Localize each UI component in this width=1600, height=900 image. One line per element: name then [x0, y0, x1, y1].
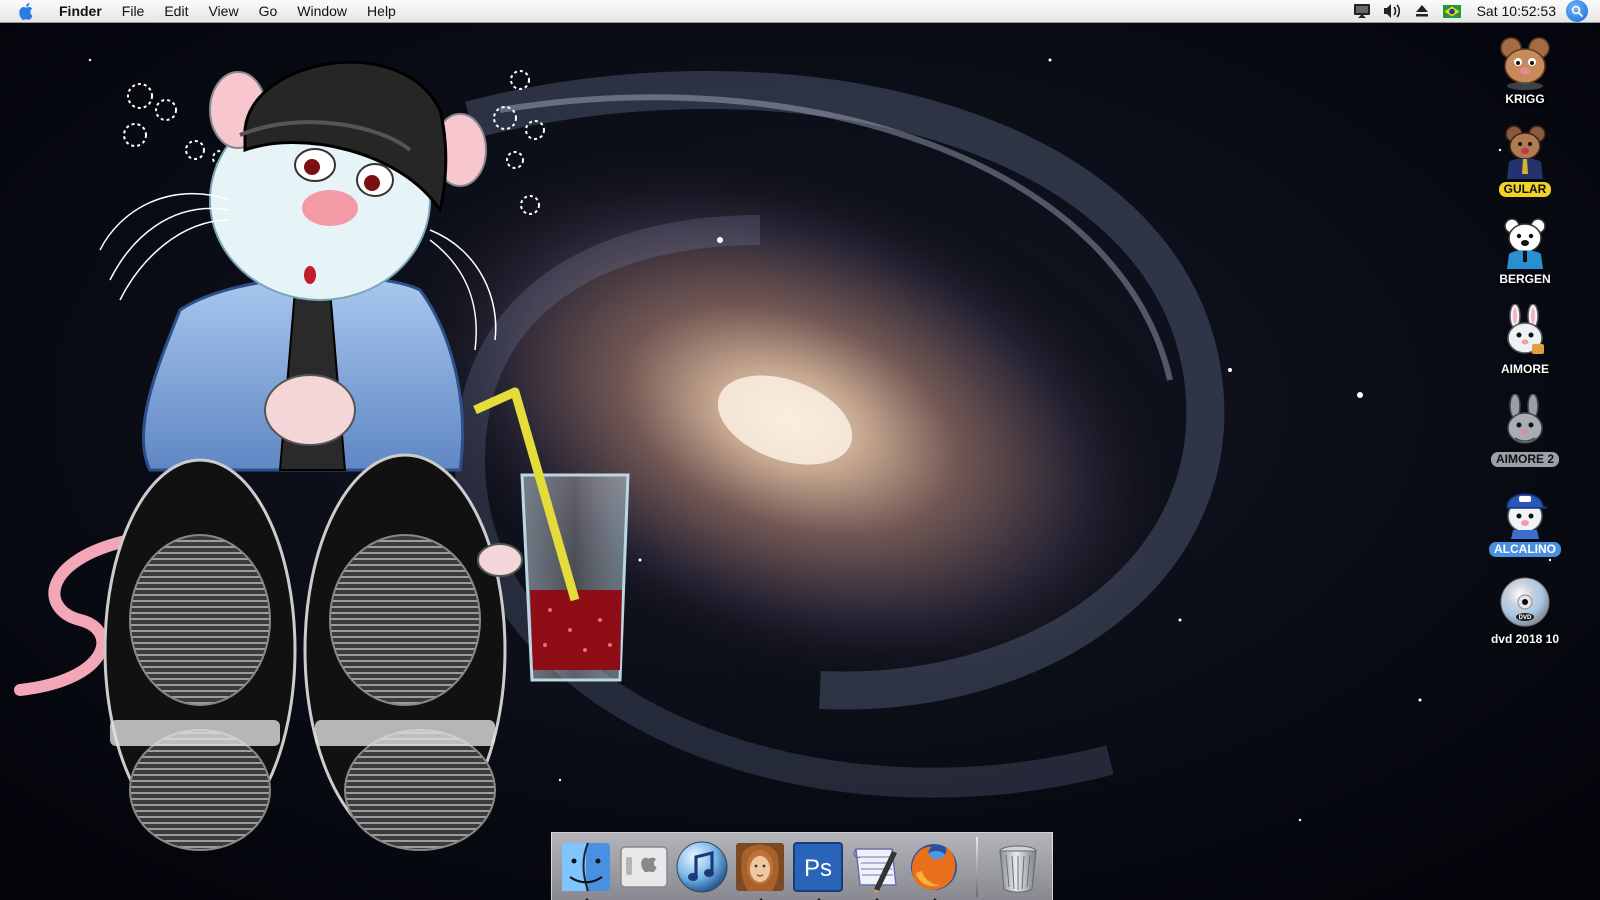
trash-icon: [999, 845, 1037, 893]
apple-icon[interactable]: [17, 1, 37, 21]
desktop-screen: Finder File Edit View Go Window Help Sat…: [0, 0, 1600, 900]
wallpaper: [0, 0, 1600, 900]
menu-view[interactable]: View: [198, 0, 248, 22]
desktop-icon-label: AIMORE 2: [1490, 452, 1559, 467]
dock-item-trash[interactable]: [990, 839, 1046, 895]
desktop-icon-label: KRIGG: [1505, 92, 1545, 106]
desktop-icon-aimore-2[interactable]: AIMORE 2: [1450, 394, 1600, 480]
menu-extras: Sat 10:52:53: [1347, 0, 1600, 22]
menu-app-name[interactable]: Finder: [49, 0, 112, 22]
apple-switch-icon: [620, 846, 668, 888]
firefox-icon: [911, 844, 957, 890]
dock-item-painter[interactable]: [732, 839, 788, 900]
dock-item-itunes[interactable]: [674, 839, 730, 895]
gray-rabbit-icon: [1507, 394, 1543, 444]
dock-item-photoshop[interactable]: Ps: [790, 839, 846, 900]
spotlight-search-icon[interactable]: [1566, 0, 1588, 22]
desktop-icon-label: dvd 2018 10: [1490, 632, 1560, 646]
desktop-icon-krigg[interactable]: KRIGG: [1450, 34, 1600, 120]
dock-separator: [976, 837, 978, 897]
desktop-icon-bergen[interactable]: BERGEN: [1450, 214, 1600, 300]
mouse-with-cap-icon: [1506, 493, 1548, 539]
svg-text:Ps: Ps: [804, 855, 832, 882]
desktop-icon-label: GULAR: [1498, 182, 1552, 197]
desktop-icon-label: AIMORE: [1501, 362, 1549, 376]
painter-portrait-icon: [736, 843, 784, 891]
desktop-icon-label: BERGEN: [1499, 272, 1551, 286]
menu-file[interactable]: File: [112, 0, 155, 22]
volume-icon[interactable]: [1381, 0, 1403, 22]
menu-clock[interactable]: Sat 10:52:53: [1467, 3, 1566, 19]
dock: Ps: [551, 832, 1053, 900]
menu-edit[interactable]: Edit: [154, 0, 198, 22]
mouse-in-suit-icon: [1505, 125, 1546, 179]
menu-window[interactable]: Window: [287, 0, 357, 22]
white-bear-icon: [1504, 218, 1546, 269]
script-editor-icon: [853, 848, 897, 893]
desktop-icon-aimore[interactable]: AIMORE: [1450, 304, 1600, 390]
finder-icon: [562, 842, 610, 892]
desktop-icon-alcalino[interactable]: ALCALINO: [1450, 484, 1600, 570]
menu-help[interactable]: Help: [357, 0, 406, 22]
photoshop-icon: Ps: [793, 842, 843, 892]
dvd-disc-icon: DVD: [1500, 577, 1550, 627]
desktop-icon-dvd[interactable]: DVD dvd 2018 10: [1450, 574, 1600, 660]
itunes-icon: [676, 841, 728, 893]
menu-go[interactable]: Go: [249, 0, 288, 22]
menu-bar: Finder File Edit View Go Window Help Sat…: [0, 0, 1600, 23]
dock-item-system-preferences[interactable]: [616, 839, 672, 895]
dock-item-firefox[interactable]: [906, 839, 962, 900]
desktop-icon-label: ALCALINO: [1489, 542, 1561, 557]
eject-icon[interactable]: [1411, 0, 1433, 22]
dock-item-finder[interactable]: [558, 839, 614, 900]
dock-item-script-editor[interactable]: [848, 839, 904, 900]
white-rabbit-icon: [1507, 304, 1544, 354]
display-icon[interactable]: [1351, 0, 1373, 22]
desktop-icon-gular[interactable]: GULAR: [1450, 124, 1600, 210]
svg-text:DVD: DVD: [1519, 615, 1532, 621]
brown-mouse-icon: [1500, 37, 1550, 90]
brazil-flag-icon[interactable]: [1441, 0, 1463, 22]
